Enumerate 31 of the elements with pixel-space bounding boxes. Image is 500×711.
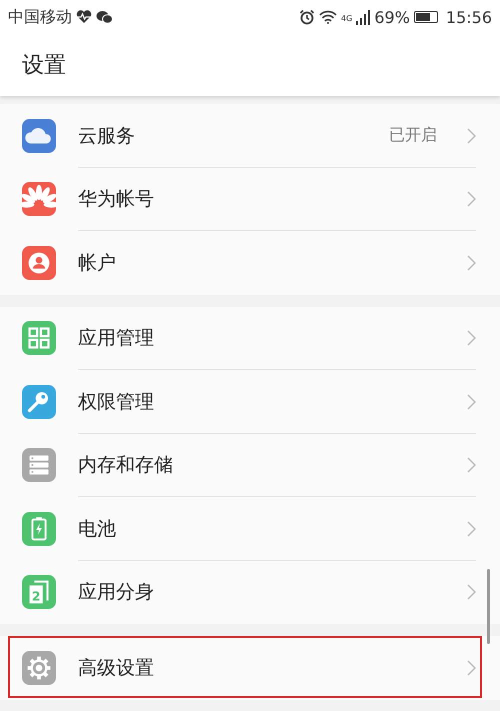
chat-icon bbox=[96, 10, 113, 24]
network-label: 4G bbox=[341, 14, 352, 22]
clock-time: 15:56 bbox=[446, 8, 492, 26]
row-label: 权限管理 bbox=[78, 390, 155, 415]
chevron-icon bbox=[467, 660, 476, 676]
status-value: 已开启 bbox=[389, 125, 437, 146]
row-label: 内存和存储 bbox=[78, 453, 174, 478]
heart-icon bbox=[76, 10, 92, 24]
carrier-name: 中国移动 bbox=[8, 6, 72, 28]
row-label: 电池 bbox=[78, 516, 117, 542]
chevron-icon bbox=[467, 128, 476, 144]
row-label: 华为帐号 bbox=[78, 187, 155, 212]
row-label: 应用分身 bbox=[78, 580, 155, 606]
chevron-icon bbox=[467, 254, 476, 271]
chevron-icon bbox=[467, 330, 476, 346]
chevron-icon bbox=[467, 457, 476, 474]
alarm-icon bbox=[299, 9, 316, 25]
copy-icon: 2 bbox=[22, 575, 56, 610]
row-label: 云服务 bbox=[78, 124, 136, 149]
battery-icon bbox=[414, 11, 438, 23]
chevron-icon bbox=[467, 584, 476, 600]
chevron-icon bbox=[467, 520, 476, 537]
wifi-icon bbox=[319, 10, 338, 24]
row-label: 高级设置 bbox=[78, 656, 155, 681]
chevron-icon bbox=[467, 394, 476, 410]
battery-percent: 69% bbox=[374, 8, 410, 26]
signal-icon bbox=[356, 9, 370, 25]
row-label: 帐户 bbox=[78, 250, 117, 276]
row-label: 应用管理 bbox=[78, 326, 155, 352]
chevron-icon bbox=[467, 191, 476, 208]
page-title: 设置 bbox=[22, 52, 66, 80]
